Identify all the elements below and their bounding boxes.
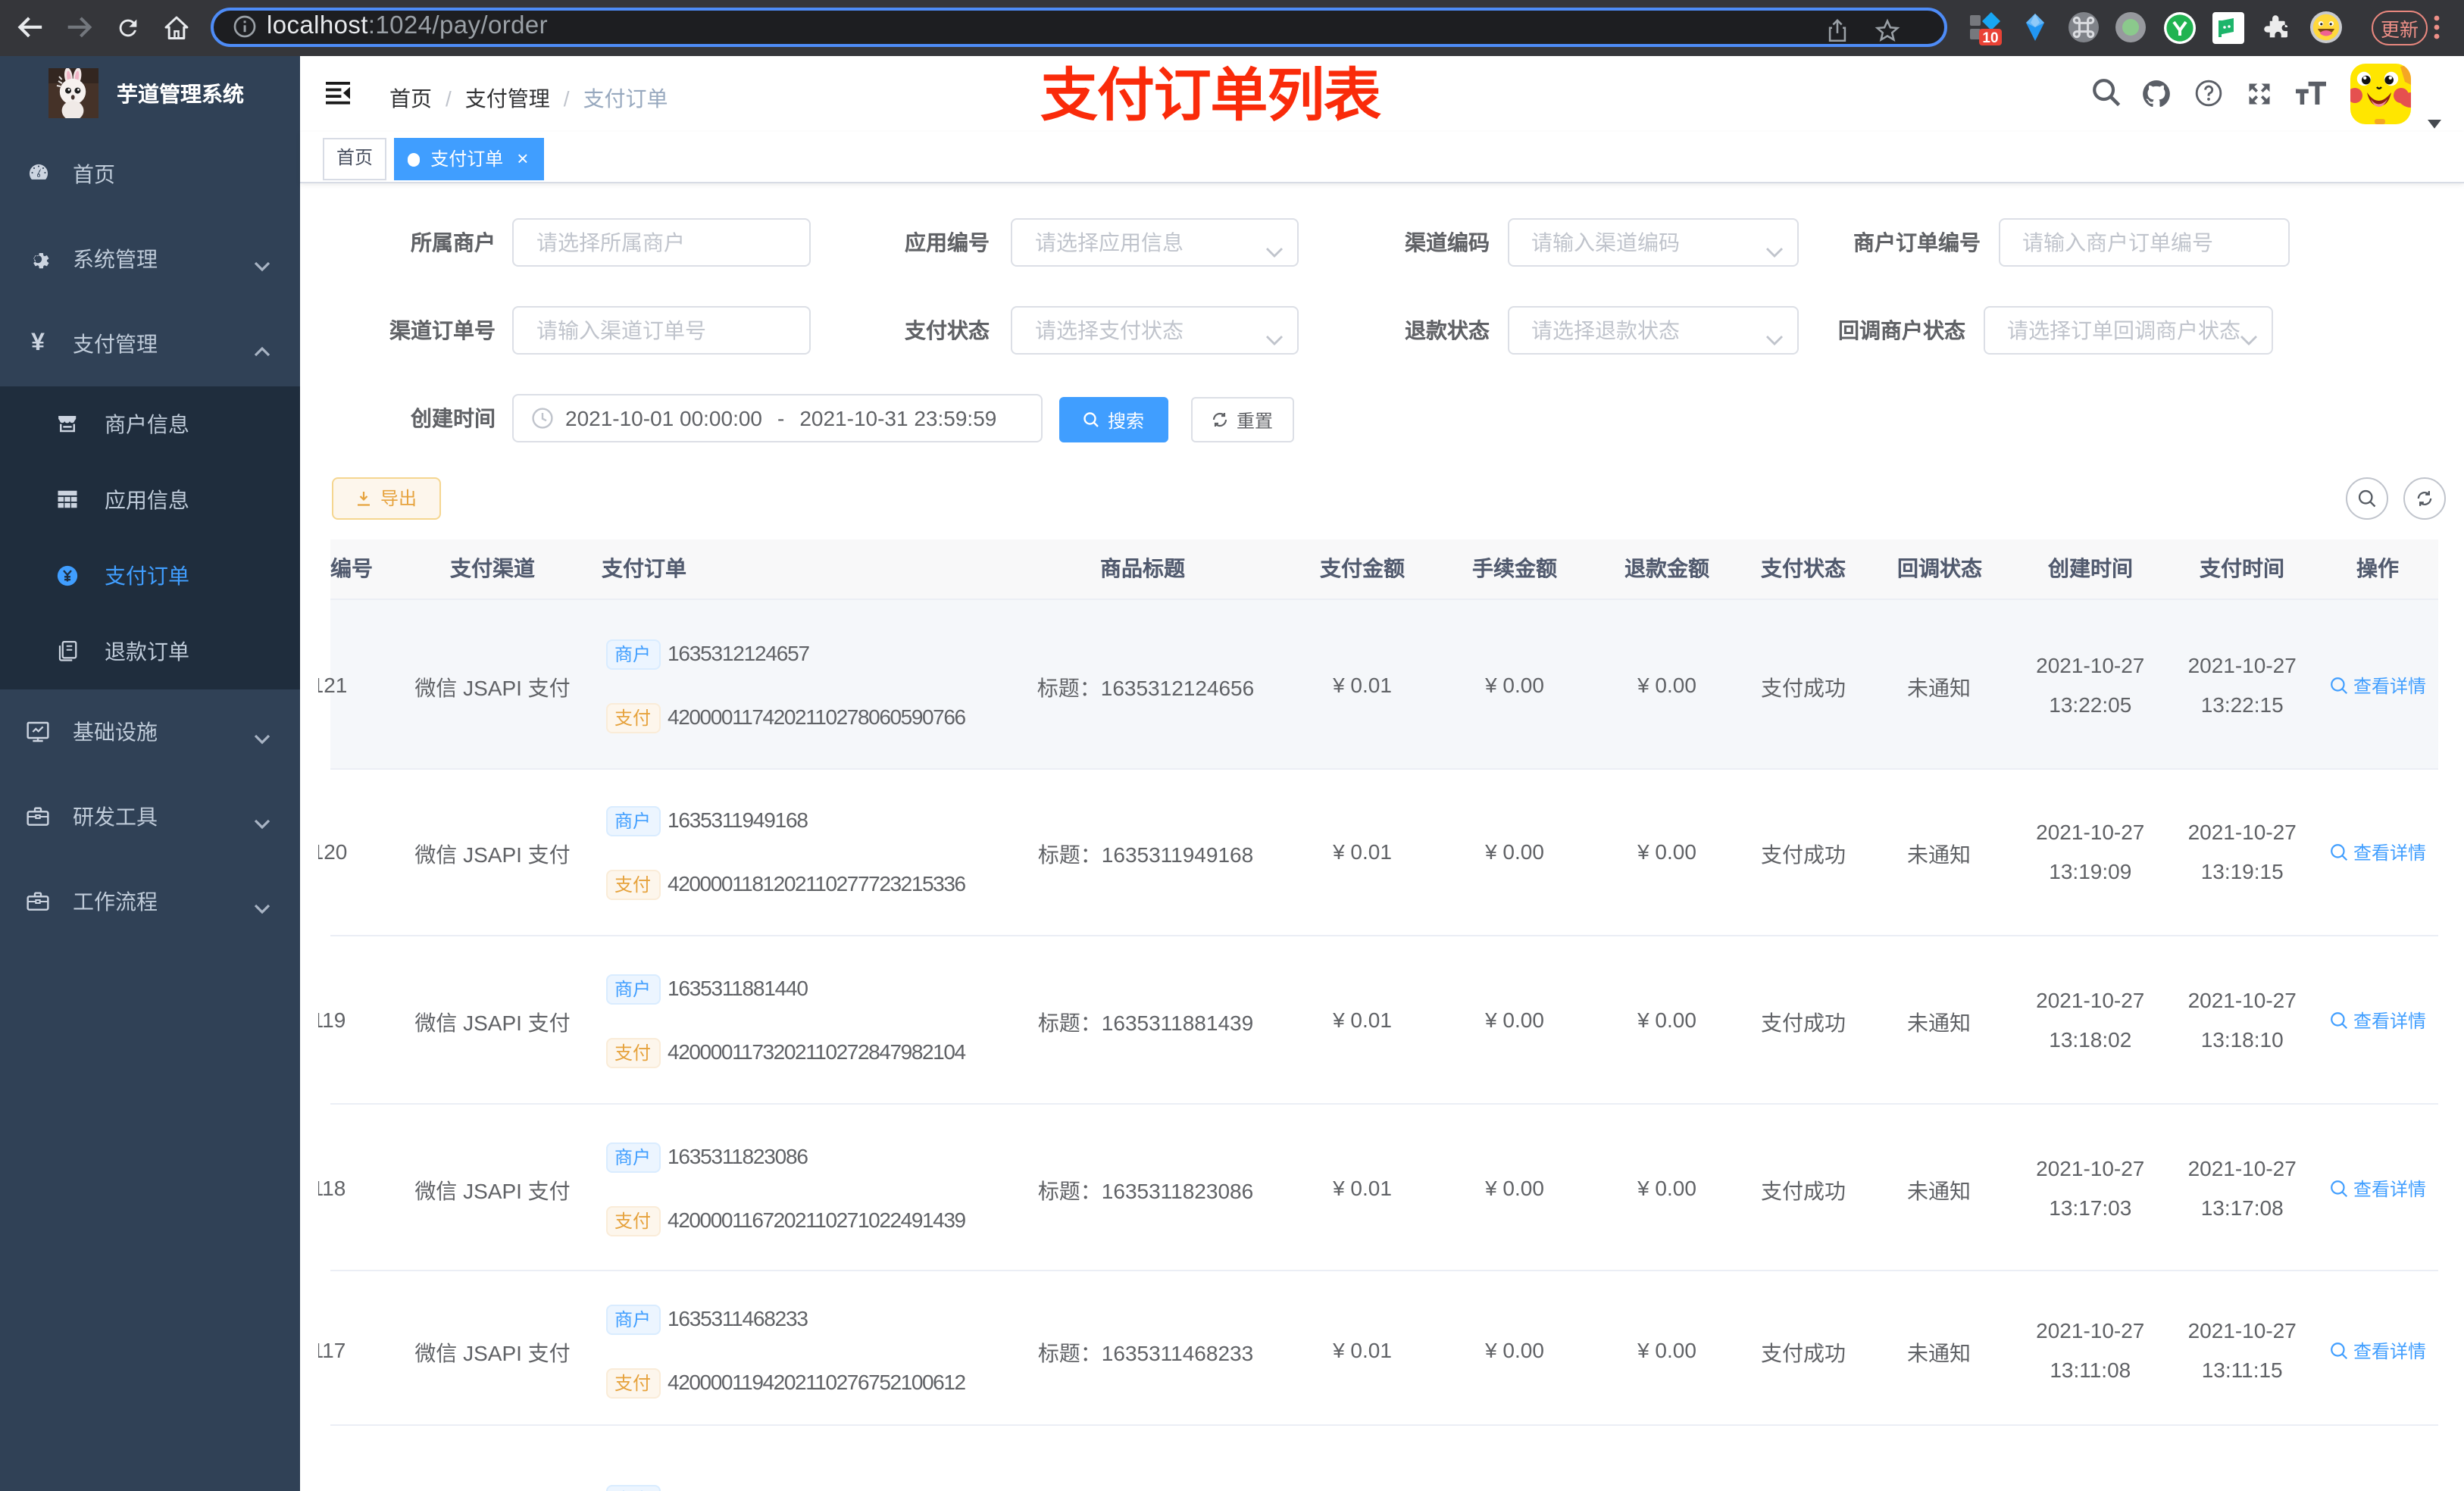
svg-text:10: 10 (1982, 31, 1998, 46)
